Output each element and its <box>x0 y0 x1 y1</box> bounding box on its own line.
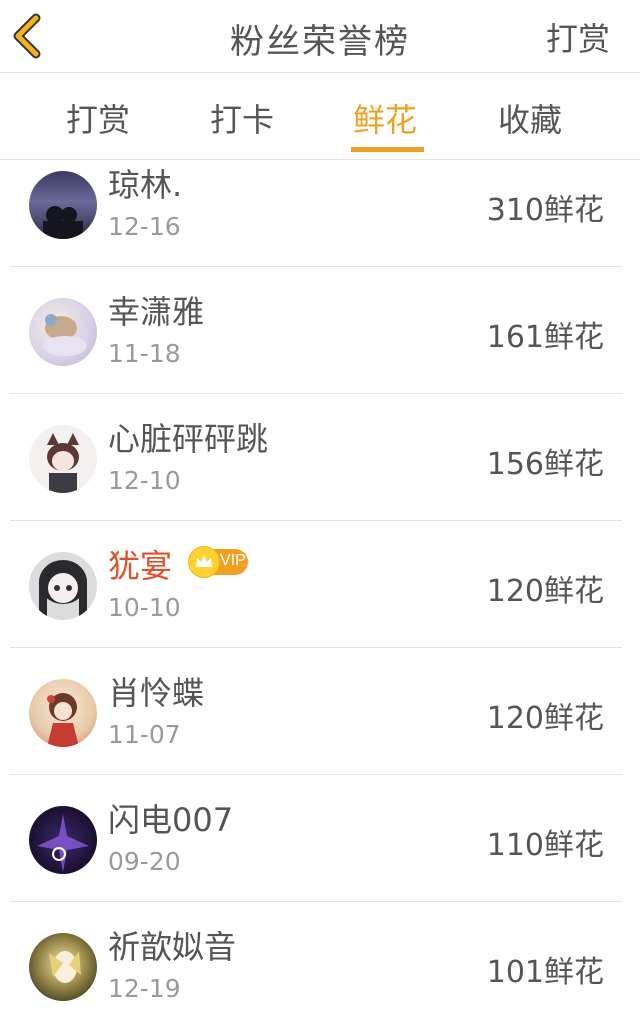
top-bar: 粉丝荣誉榜 打赏 <box>0 0 640 73</box>
fan-name: 幸潇雅 <box>108 293 205 331</box>
list-item[interactable]: 琼林. 12-16 310鲜花 <box>0 140 640 267</box>
avatar <box>29 679 97 747</box>
fan-date: 11-07 <box>108 720 181 749</box>
list-item[interactable]: 闪电007 09-20 110鲜花 <box>0 775 640 902</box>
list-item[interactable]: 心脏砰砰跳 12-10 156鲜花 <box>0 394 640 521</box>
fan-name: 心脏砰砰跳 <box>108 420 269 458</box>
fan-name: 犹宴 <box>108 547 173 585</box>
list-item[interactable]: 幸潇雅 11-18 161鲜花 <box>0 267 640 394</box>
list-item[interactable]: 祈歆姒音 12-19 101鲜花 <box>0 902 640 1029</box>
crown-icon <box>188 546 220 578</box>
fan-date: 10-10 <box>108 593 181 622</box>
flower-count: 120鲜花 <box>486 574 604 609</box>
tab-flowers[interactable]: 鲜花 <box>353 95 417 141</box>
avatar <box>29 425 97 493</box>
avatar <box>29 298 97 366</box>
reward-button[interactable]: 打赏 <box>546 14 610 60</box>
flower-count: 101鲜花 <box>486 955 604 990</box>
page-title: 粉丝荣誉榜 <box>230 22 410 62</box>
fan-name: 琼林. <box>108 166 183 204</box>
vip-label: VIP <box>220 552 246 569</box>
fan-date: 12-16 <box>108 212 181 241</box>
fan-date: 12-19 <box>108 974 181 1003</box>
flower-count: 110鲜花 <box>486 828 604 863</box>
avatar <box>29 171 97 239</box>
fan-date: 09-20 <box>108 847 181 876</box>
avatar <box>29 806 97 874</box>
avatar <box>29 933 97 1001</box>
tab-favorites[interactable]: 收藏 <box>498 95 562 141</box>
vip-badge: VIP <box>188 546 248 578</box>
fan-date: 12-10 <box>108 466 181 495</box>
tab-checkin[interactable]: 打卡 <box>210 95 274 141</box>
list-item[interactable]: 肖怜蝶 11-07 120鲜花 <box>0 648 640 775</box>
fan-name: 闪电007 <box>108 801 234 839</box>
fan-date: 11-18 <box>108 339 181 368</box>
fan-name: 肖怜蝶 <box>108 674 205 712</box>
flower-count: 310鲜花 <box>486 193 604 228</box>
tab-reward[interactable]: 打赏 <box>66 95 130 141</box>
list-item[interactable]: 犹宴 VIP 10-10 120鲜花 <box>0 521 640 648</box>
flower-count: 156鲜花 <box>486 447 604 482</box>
flower-count: 120鲜花 <box>486 701 604 736</box>
avatar <box>29 552 97 620</box>
fan-name: 祈歆姒音 <box>108 928 237 966</box>
flower-count: 161鲜花 <box>486 320 604 355</box>
